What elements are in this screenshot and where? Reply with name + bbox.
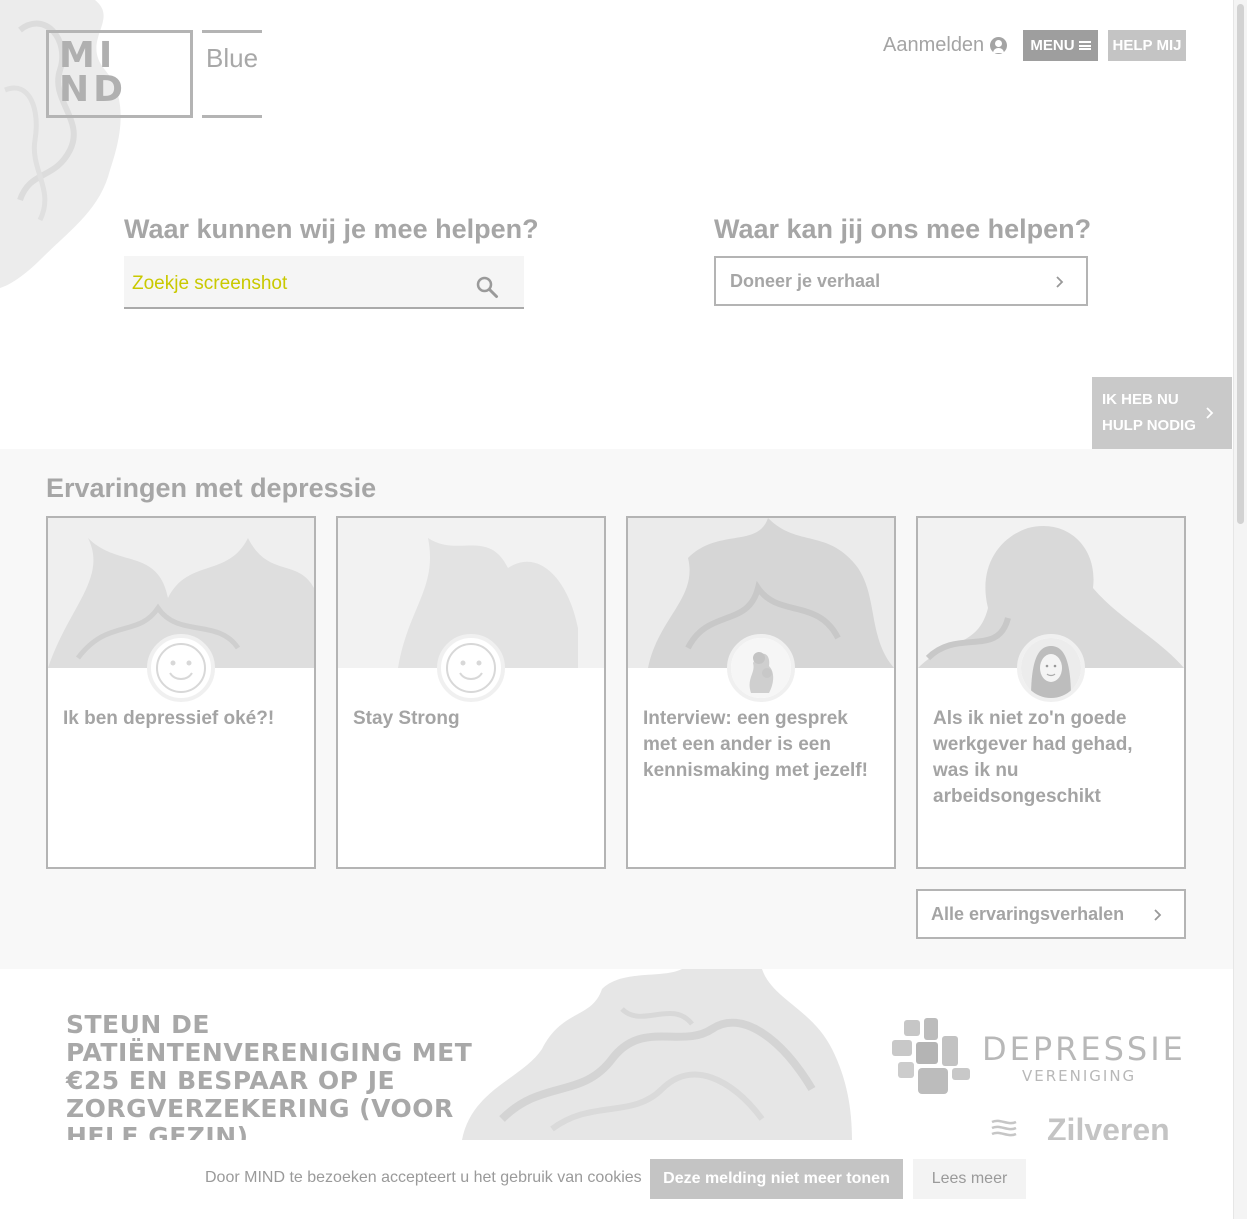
smiley-icon [437,634,505,702]
hamburger-icon [1078,41,1091,50]
chevron-right-icon [1154,909,1162,921]
experiences-heading: Ervaringen met depressie [46,473,377,503]
blue-logo[interactable]: Blue [202,30,262,118]
scrollbar-thumb[interactable] [1237,4,1244,524]
logo-sub-text: Blue [206,43,259,73]
chevron-right-icon [1206,407,1214,419]
search-box [124,256,524,309]
search-heading: Waar kunnen wij je mee helpen? [124,214,539,244]
cookie-more-label: Lees meer [931,1170,1008,1187]
smiley-icon [147,634,215,702]
card-title: Als ik niet zo'n goede werkgever had geh… [933,708,1133,807]
cookie-accept-button[interactable]: Deze melding niet meer tonen [650,1159,903,1199]
search-input[interactable] [132,270,462,298]
card-title: Ik ben depressief oké?! [63,708,275,729]
donate-story-button[interactable]: Doneer je verhaal [714,256,1088,306]
card-title: Interview: een gesprek met een ander is … [643,708,868,781]
urgent-help-button[interactable]: IK HEB NU HULP NODIG [1092,377,1232,449]
help-label: HELP MIJ [1112,37,1182,54]
experience-card[interactable]: Stay Strong [336,516,606,869]
help-button[interactable]: HELP MIJ [1108,30,1186,61]
login-link[interactable]: Aanmelden [883,33,1008,57]
smoke-decoration [462,969,852,1140]
cookie-message: Door MIND te bezoeken accepteert u het g… [205,1169,642,1186]
menu-label: MENU [1030,37,1075,54]
zilveren-mark-icon [991,1119,1017,1137]
all-stories-button[interactable]: Alle ervaringsverhalen [916,889,1186,939]
experience-card[interactable]: Als ik niet zo'n goede werkgever had geh… [916,516,1186,869]
urgent-help-label: IK HEB NU HULP NODIG [1102,391,1196,434]
chevron-right-icon [1056,276,1064,288]
support-heading: STEUN DE PATIËNTENVERENIGING MET €25 EN … [66,1010,473,1151]
donate-heading: Waar kan jij ons mee helpen? [714,214,1092,244]
all-stories-label: Alle ervaringsverhalen [931,904,1125,924]
login-label: Aanmelden [883,33,985,56]
donate-label: Doneer je verhaal [730,271,881,291]
experience-card[interactable]: Ik ben depressief oké?! [46,516,316,869]
search-icon[interactable] [475,275,499,299]
logo-sub: VERENIGING [1022,1067,1137,1085]
cookie-accept-label: Deze melding niet meer tonen [663,1170,890,1187]
logo-word: DEPRESSIE [982,1030,1186,1068]
person-photo [1017,634,1085,702]
experience-card[interactable]: Interview: een gesprek met een ander is … [626,516,896,869]
mind-logo[interactable]: MI ND [46,30,193,118]
smoke-photo [727,634,795,702]
user-icon [990,36,1008,54]
menu-button[interactable]: MENU [1023,30,1098,61]
cookie-read-more-button[interactable]: Lees meer [913,1159,1026,1199]
logo-text: MI ND [59,35,128,110]
card-title: Stay Strong [353,708,460,729]
page-scrollbar[interactable] [1233,0,1247,1219]
